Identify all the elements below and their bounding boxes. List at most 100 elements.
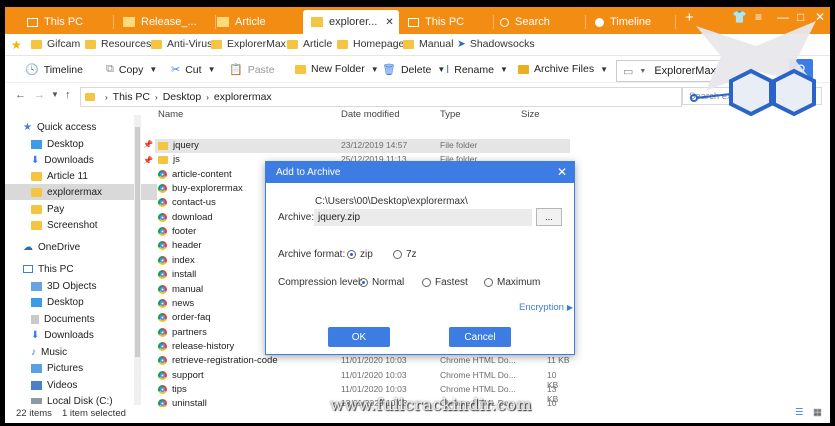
- copy-button[interactable]: ⧉ Copy ▼: [106, 63, 157, 76]
- level-fastest-radio[interactable]: Fastest: [422, 277, 468, 288]
- bookmark-explorermax[interactable]: ExplorerMax: [211, 38, 286, 50]
- cancel-button[interactable]: Cancel: [449, 327, 511, 347]
- table-row[interactable]: support 11/01/2020 10:03 Chrome HTML Do...…: [155, 369, 570, 390]
- nav-this-pc[interactable]: This PC: [5, 261, 149, 277]
- archive-icon: [518, 64, 529, 74]
- details-view-icon[interactable]: ☰: [795, 407, 804, 418]
- file-name: contact-us: [158, 197, 216, 208]
- format-7z-radio[interactable]: 7z: [393, 249, 417, 260]
- dialog-title-bar: Add to Archive ✕: [266, 162, 574, 183]
- tab-timeline[interactable]: Timeline: [595, 10, 651, 34]
- tab-search[interactable]: Search: [500, 10, 550, 34]
- file-type: Chrome HTML Do...: [440, 383, 516, 394]
- encryption-link[interactable]: Encryption ▶: [519, 302, 573, 313]
- chevron-down-icon[interactable]: ▼: [600, 65, 608, 74]
- close-tab-icon[interactable]: ✕: [385, 17, 393, 28]
- forward-icon[interactable]: →: [34, 89, 45, 101]
- back-icon[interactable]: ←: [15, 89, 26, 101]
- radio-icon: [422, 278, 431, 287]
- file-name-text: footer: [172, 226, 197, 238]
- tab-this-pc-2[interactable]: This PC: [408, 10, 464, 34]
- breadcrumb[interactable]: › This PC › Desktop › explorermax: [80, 87, 682, 107]
- tab-article[interactable]: Article: [217, 10, 266, 34]
- file-type: File folder: [440, 140, 478, 150]
- file-name: buy-explorermax: [158, 183, 243, 194]
- scrollbar-thumb[interactable]: [135, 127, 140, 357]
- trash-icon: 🗑: [382, 64, 396, 76]
- chevron-down-icon[interactable]: ▼: [371, 65, 379, 74]
- archive-name-input[interactable]: jquery.zip: [314, 209, 532, 226]
- crumb-this-pc[interactable]: This PC: [113, 91, 150, 103]
- pin-icon[interactable]: 📌: [143, 140, 153, 149]
- ok-button[interactable]: OK: [328, 327, 390, 347]
- chrome-html-icon: [158, 313, 167, 323]
- chrome-html-icon: [158, 255, 167, 265]
- bookmark-resources[interactable]: Resources: [85, 38, 151, 50]
- chevron-down-icon[interactable]: ▼: [437, 65, 445, 74]
- archive-files-button[interactable]: Archive Files ▼: [518, 63, 608, 75]
- format-label: Archive format:: [278, 249, 346, 260]
- chrome-html-icon: [158, 227, 167, 237]
- browse-button[interactable]: ...: [536, 208, 562, 226]
- pin-icon[interactable]: 📌: [143, 156, 153, 165]
- scissors-icon: ✂: [171, 64, 181, 76]
- nav-scrollbar[interactable]: [134, 115, 141, 405]
- chevron-down-icon[interactable]: ▼: [639, 68, 646, 75]
- new-folder-button[interactable]: New Folder ▼: [295, 63, 379, 75]
- search-icon: [500, 17, 509, 27]
- nav-quick-access[interactable]: ★ Quick access: [5, 119, 149, 135]
- close-icon[interactable]: ✕: [557, 165, 567, 179]
- paste-button[interactable]: 📋 Paste: [229, 63, 275, 77]
- bookmark-anti-virus[interactable]: Anti-Virus: [151, 38, 212, 50]
- level-normal-radio[interactable]: Normal: [359, 277, 404, 288]
- timeline-button[interactable]: 🕓 Timeline: [25, 63, 83, 77]
- history-chevron-icon[interactable]: ▼: [51, 90, 59, 99]
- tab-this-pc[interactable]: This PC: [27, 10, 83, 34]
- desktop-icon: [31, 297, 42, 307]
- tab-release[interactable]: Release_...: [123, 10, 197, 34]
- up-icon[interactable]: ↑: [65, 89, 71, 101]
- rename-button[interactable]: Ⅰ Rename ▼: [446, 63, 508, 77]
- level-maximum-radio[interactable]: Maximum: [484, 277, 540, 288]
- paper-plane-icon: ➤: [457, 38, 466, 50]
- crumb-explorermax[interactable]: explorermax: [214, 91, 272, 103]
- chrome-html-icon: [158, 327, 167, 337]
- timeline-icon: [595, 17, 604, 27]
- chevron-down-icon[interactable]: ▼: [149, 65, 157, 74]
- file-name-text: install: [172, 269, 197, 281]
- file-name: news: [158, 298, 194, 309]
- tiles-view-icon[interactable]: ▦: [813, 407, 822, 418]
- table-row[interactable]: retrieve-registration-code 11/01/2020 10:…: [155, 354, 570, 368]
- chevron-right-icon: ▶: [566, 303, 574, 312]
- bookmark-gifcam[interactable]: Gifcam: [31, 38, 80, 50]
- radio-icon: [484, 278, 493, 287]
- file-name-text: news: [172, 297, 195, 309]
- chrome-html-icon: [158, 212, 167, 222]
- chevron-down-icon[interactable]: ▼: [500, 65, 508, 74]
- bookmark-shadowsocks[interactable]: ➤ Shadowsocks: [457, 38, 535, 50]
- chrome-html-icon: [158, 384, 167, 394]
- drive-icon: [31, 398, 42, 404]
- format-zip-radio[interactable]: zip: [347, 249, 373, 260]
- file-type: Chrome HTML Do...: [440, 369, 516, 380]
- download-icon: ⬇: [31, 154, 40, 166]
- cut-button[interactable]: ✂ Cut ▼: [171, 63, 216, 77]
- add-to-archive-dialog: Add to Archive ✕ C:\Users\00\Desktop\exp…: [265, 161, 575, 355]
- file-name-text: header: [172, 240, 202, 252]
- file-name-text: js: [173, 154, 180, 166]
- file-date: 11/01/2020 10:03: [341, 355, 407, 366]
- picture-icon: [31, 363, 42, 373]
- chrome-html-icon: [158, 184, 167, 194]
- crumb-desktop[interactable]: Desktop: [163, 91, 202, 103]
- table-row[interactable]: [155, 119, 570, 125]
- nav-onedrive[interactable]: ☁ OneDrive: [5, 239, 149, 255]
- star-icon[interactable]: ★: [11, 38, 22, 52]
- bookmark-article[interactable]: Article: [287, 38, 332, 50]
- tab-explorermax[interactable]: explorer... ✕: [303, 10, 399, 34]
- bookmark-homepage[interactable]: Homepage: [337, 38, 404, 50]
- bookmark-manual[interactable]: Manual: [403, 38, 453, 50]
- chevron-right-icon: ›: [155, 92, 158, 102]
- table-row[interactable]: jquery 23/12/2019 14:57 File folder: [155, 139, 570, 153]
- delete-button[interactable]: 🗑 Delete ▼: [382, 63, 445, 77]
- chevron-down-icon[interactable]: ▼: [208, 65, 216, 74]
